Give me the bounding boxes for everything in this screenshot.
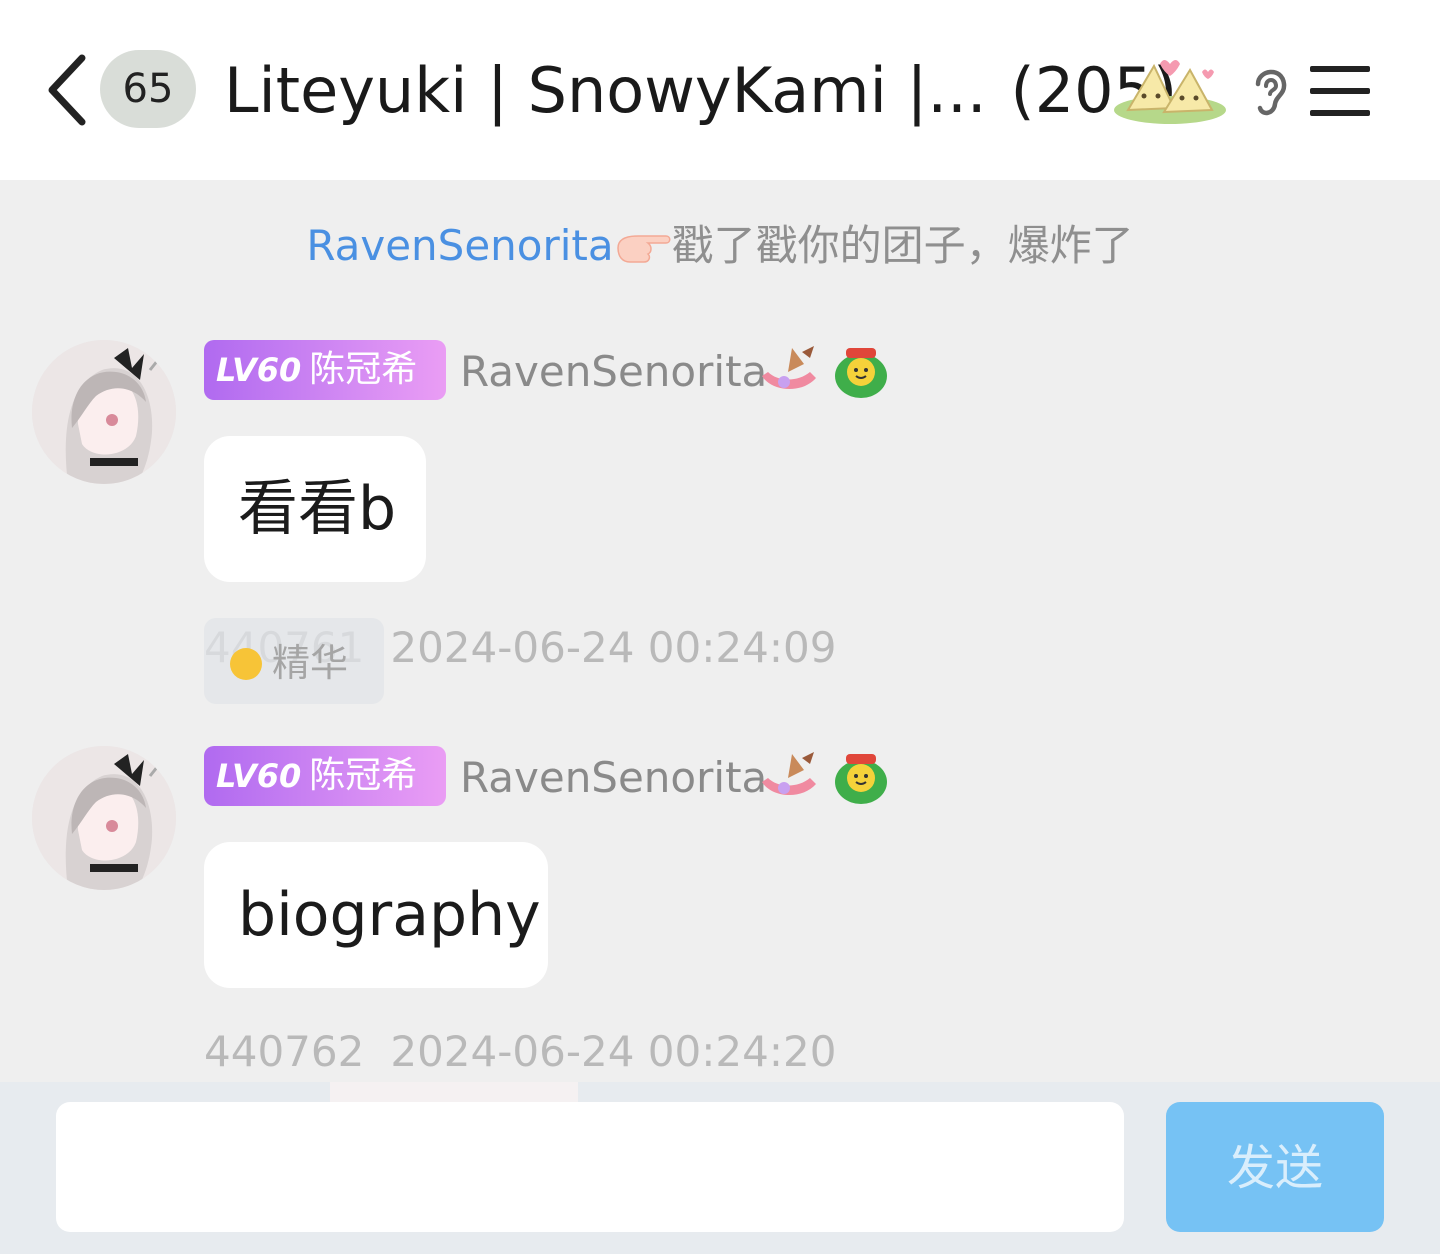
member-title: 陈冠希	[309, 755, 418, 796]
avatar-image	[32, 340, 176, 484]
essence-star-icon	[230, 648, 262, 680]
ear-icon[interactable]	[1248, 62, 1292, 120]
message-meta: 440762 2024-06-24 00:24:20	[204, 1022, 836, 1082]
level-badge: LV60 陈冠希	[204, 340, 446, 400]
zongzi-sticker-icon	[1114, 60, 1226, 124]
avatar[interactable]	[32, 340, 176, 484]
message-time: 2024-06-24 00:24:20	[390, 1027, 837, 1076]
message-bubble[interactable]: biography	[204, 842, 548, 988]
message-id: 440762	[204, 1027, 365, 1076]
message-time: 2024-06-24 00:24:09	[390, 623, 837, 672]
unread-count-badge[interactable]: 65	[100, 50, 196, 128]
menu-icon[interactable]	[1306, 60, 1374, 122]
avatar[interactable]	[32, 746, 176, 890]
notice-text: 戳了戳你的团子，爆炸了	[671, 221, 1134, 270]
message-input[interactable]	[56, 1102, 1124, 1232]
essence-label: 精华	[272, 641, 349, 685]
dragon-boat-icon	[762, 346, 816, 390]
send-button[interactable]: 发送	[1166, 1102, 1384, 1232]
zongzi-face-icon	[835, 754, 887, 804]
pointing-hand-icon	[616, 235, 671, 263]
level-badge: LV60 陈冠希	[204, 746, 446, 806]
dragon-boat-icon	[762, 752, 816, 796]
essence-tag[interactable]: 精华	[204, 618, 384, 704]
message-bubble[interactable]: 看看b	[204, 436, 426, 582]
chat-title[interactable]: Liteyuki | SnowyKami |... (205)	[224, 46, 1177, 136]
sender-name[interactable]: RavenSenorita	[460, 342, 767, 402]
group-name: Liteyuki | SnowyKami |...	[224, 54, 987, 127]
poke-notice: RavenSenorita 戳了戳你的团子，爆炸了	[0, 216, 1440, 276]
level-text: LV60	[216, 757, 302, 795]
back-arrow-icon[interactable]	[38, 50, 100, 130]
member-title: 陈冠希	[309, 349, 418, 390]
scroll-peek	[330, 1082, 578, 1104]
zongzi-face-icon	[835, 348, 887, 398]
level-text: LV60	[216, 351, 302, 389]
chat-header: 65 Liteyuki | SnowyKami |... (205)	[0, 0, 1440, 180]
avatar-image	[32, 746, 176, 890]
notice-nickname[interactable]: RavenSenorita	[306, 221, 613, 270]
sender-name[interactable]: RavenSenorita	[460, 748, 767, 808]
